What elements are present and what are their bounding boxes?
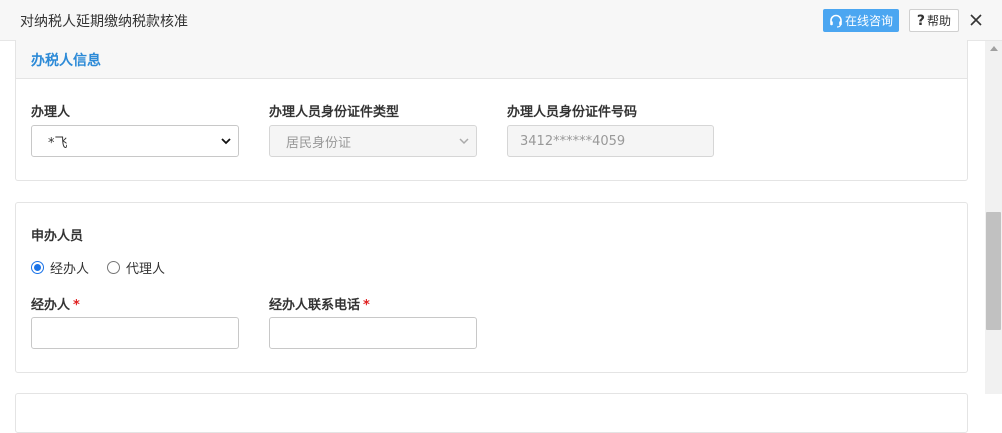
applicant-section-label: 申办人员 (31, 229, 84, 244)
online-consult-label: 在线咨询 (844, 14, 893, 28)
scrollbar[interactable] (985, 41, 1002, 394)
close-button[interactable] (966, 10, 986, 30)
required-mark: * (363, 298, 370, 313)
applicant-card: 申办人员 经办人 代理人 经办人 * 经办人联系电话 * (15, 202, 968, 373)
headset-icon (830, 14, 842, 28)
agent-input[interactable] (31, 317, 239, 349)
radio-proxy-label[interactable]: 代理人 (126, 258, 165, 277)
id-number-label: 办理人员身份证件号码 (507, 105, 638, 120)
agent-phone-label: 经办人联系电话 * (269, 294, 370, 313)
handler-select-value: *飞 (48, 135, 68, 151)
scrollbar-thumb[interactable] (986, 212, 1001, 330)
close-icon (970, 14, 982, 26)
handler-select[interactable]: *飞 (31, 125, 239, 157)
scroll-up-arrow[interactable] (985, 41, 1002, 55)
agent-phone-input[interactable] (269, 317, 477, 349)
agent-label: 经办人 * (31, 294, 80, 313)
dialog-title: 对纳税人延期缴纳税款核准 (20, 14, 188, 30)
handler-label: 办理人 (31, 105, 71, 120)
radio-agent[interactable] (31, 261, 44, 274)
id-type-select-value: 居民身份证 (286, 135, 352, 151)
dialog-header: 对纳税人延期缴纳税款核准 在线咨询 ? 帮助 (0, 0, 1002, 41)
id-type-label: 办理人员身份证件类型 (269, 105, 400, 120)
next-section-card (15, 393, 968, 433)
radio-agent-label[interactable]: 经办人 (50, 258, 89, 277)
chevron-down-icon (459, 138, 469, 145)
taxpayer-info-title: 办税人信息 (31, 53, 101, 69)
chevron-up-icon (989, 46, 998, 51)
radio-proxy[interactable] (107, 261, 121, 274)
id-number-value: 3412******4059 (520, 133, 626, 149)
chevron-down-icon (221, 138, 231, 145)
taxpayer-info-header: 办税人信息 (16, 40, 967, 79)
online-consult-button[interactable]: 在线咨询 (823, 9, 899, 32)
agent-label-text: 经办人 (31, 298, 71, 313)
help-button[interactable]: ? 帮助 (909, 9, 959, 32)
agent-phone-label-text: 经办人联系电话 (269, 298, 361, 313)
help-icon: ? (916, 12, 926, 29)
applicant-radio-group: 经办人 代理人 (31, 258, 183, 277)
id-number-field: 3412******4059 (507, 125, 714, 157)
taxpayer-info-card: 办税人信息 办理人 *飞 办理人员身份证件类型 居民身份证 办理人员身份证件号码… (15, 40, 968, 181)
required-mark: * (73, 298, 80, 313)
help-label: 帮助 (927, 14, 952, 28)
id-type-select: 居民身份证 (269, 125, 477, 157)
